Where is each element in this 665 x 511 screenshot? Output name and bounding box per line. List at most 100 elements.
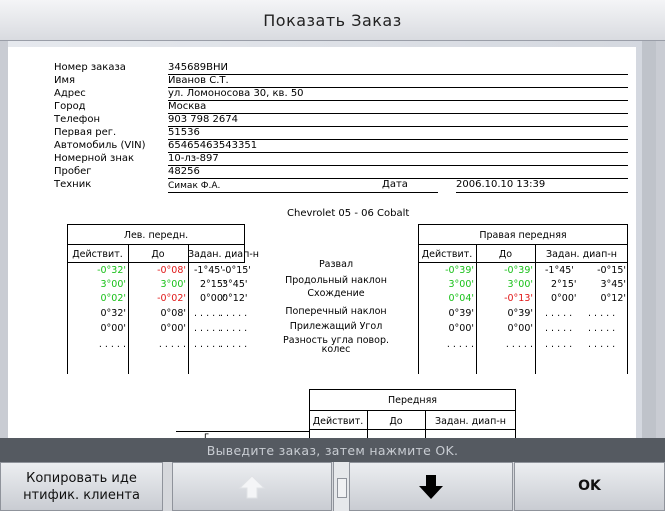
param-sai: Поперечный наклон — [285, 306, 387, 317]
right-range-max: . . . . . — [588, 323, 616, 334]
right-range-max: -0°15' — [597, 265, 626, 276]
right-actual-value: 0°04' — [448, 293, 475, 304]
left-actual-value: 0°00' — [100, 323, 127, 334]
field-value: 345689ВНИ — [168, 62, 229, 73]
left-before-value: -0°02' — [157, 293, 186, 304]
window-title: Показать Заказ — [263, 10, 402, 30]
right-before-value: -0°13' — [504, 293, 533, 304]
field-value: 65465463543351 — [168, 140, 258, 151]
field-label: Город — [54, 101, 86, 112]
col-actual-header: Действит. — [312, 416, 364, 427]
left-range-max: 3°45' — [222, 279, 248, 290]
right-range-max: . . . . . — [588, 308, 616, 319]
left-range-min: . . . . . — [194, 339, 222, 350]
field-label: Пробег — [54, 166, 92, 177]
left-range-max: . . . . . — [220, 323, 248, 334]
left-actual-value: 0°32' — [100, 308, 127, 319]
field-value: 903 798 2674 — [168, 114, 238, 125]
left-range-max: . . . . . — [220, 339, 248, 350]
left-before-value: 0°00' — [160, 323, 187, 334]
left-actual-value: 0°02' — [100, 293, 127, 304]
field-value: 10-лз-897 — [168, 153, 219, 164]
right-actual-value: 0°00' — [448, 323, 475, 334]
status-bar: Выведите заказ, затем нажмите OK. — [0, 438, 665, 462]
copy-customer-id-button[interactable]: Копировать иде нтифик. клиента — [0, 462, 163, 511]
ok-button[interactable]: OK — [514, 462, 665, 511]
right-range-min: 2°15' — [551, 279, 577, 290]
partial-table-label: г — [204, 431, 209, 438]
left-actual-value: 3°00' — [100, 279, 127, 290]
right-range-min: 0°00' — [551, 293, 577, 304]
left-range-max: 0°12' — [222, 293, 248, 304]
right-range-min: -1°45' — [545, 265, 574, 276]
right-before-value: 0°39' — [507, 308, 534, 319]
right-actual-value: -0°39' — [445, 265, 474, 276]
field-value: 48256 — [168, 166, 200, 177]
left-actual-value: -0°32' — [97, 265, 126, 276]
right-range-min: . . . . . — [545, 323, 573, 334]
field-label: Техник — [54, 179, 92, 190]
param-turning-angle: Разность угла повор. колес — [282, 335, 389, 355]
param-included-angle: Прилежащий Угол — [289, 321, 383, 332]
right-table-title: Правая передняя — [479, 230, 567, 241]
vehicle-model: Chevrolet 05 - 06 Cobalt — [287, 208, 410, 219]
date-label: Дата — [382, 179, 408, 190]
field-label: Первая рег. — [54, 127, 117, 138]
col-before-header: До — [151, 249, 165, 260]
front-table-title: Передняя — [387, 395, 438, 406]
title-bar: Показать Заказ — [0, 0, 665, 41]
date-value: 2006.10.10 13:39 — [456, 179, 546, 190]
col-actual-header: Действит. — [72, 249, 123, 260]
vertical-scrollbar[interactable] — [642, 41, 656, 438]
button-bar: Копировать иде нтифик. клиента OK — [0, 462, 665, 511]
right-range-min: . . . . . — [545, 308, 573, 319]
status-message: Выведите заказ, затем нажмите OK. — [206, 442, 459, 458]
field-value: 51536 — [168, 127, 200, 138]
ok-button-label: OK — [578, 478, 601, 494]
col-range-header: Задан. диап-н — [188, 249, 259, 260]
right-actual-value: . . . . . — [446, 339, 474, 350]
right-actual-value: 3°00' — [448, 279, 475, 290]
left-before-value: . . . . . — [158, 339, 186, 350]
col-before-header: До — [498, 249, 513, 260]
param-toe: Схождение — [307, 288, 365, 299]
left-actual-value: . . . . . — [98, 339, 126, 350]
left-range-min: . . . . . — [194, 323, 222, 334]
param-camber: Развал — [318, 259, 354, 270]
copy-button-label-line1: Копировать иде — [26, 470, 137, 486]
right-range-min: . . . . . — [545, 339, 573, 350]
arrow-down-icon — [419, 474, 443, 499]
field-label: Номерной знак — [54, 153, 135, 164]
field-label: Адрес — [54, 88, 86, 99]
right-range-max: 3°45' — [600, 279, 627, 290]
left-range-min: . . . . . — [194, 308, 222, 319]
field-value: ул. Ломоносова 30, кв. 50 — [168, 88, 304, 99]
left-range-max: . . . . . — [220, 308, 248, 319]
left-range-min: -1°45' — [194, 265, 223, 276]
order-report: Номер заказа 345689ВНИ Имя Иванов С.Т. А… — [8, 47, 636, 438]
left-before-value: -0°08' — [157, 265, 186, 276]
field-label: Телефон — [54, 114, 101, 125]
report-viewport[interactable]: Номер заказа 345689ВНИ Имя Иванов С.Т. А… — [8, 41, 656, 438]
left-range-max: -0°15' — [222, 265, 251, 276]
param-caster: Продольный наклон — [285, 275, 387, 286]
left-before-value: 3°00' — [160, 279, 187, 290]
right-before-value: . . . . . — [505, 339, 533, 350]
col-actual-header: Действит. — [421, 249, 473, 260]
col-range-header: Задан. диап-н — [546, 249, 617, 260]
copy-button-label-line2: нтифик. клиента — [23, 487, 140, 503]
field-value: Симак Ф.А. — [168, 181, 221, 191]
right-range-max: . . . . . — [588, 339, 616, 350]
scroll-up-button[interactable] — [172, 462, 332, 511]
right-before-value: 3°00' — [507, 279, 534, 290]
right-before-value: 0°00' — [507, 323, 534, 334]
right-before-value: -0°39' — [504, 265, 533, 276]
right-range-max: 0°12' — [600, 293, 627, 304]
col-before-header: До — [389, 416, 403, 427]
right-actual-value: 0°39' — [448, 308, 475, 319]
arrow-up-icon — [238, 474, 266, 498]
scroll-down-button[interactable] — [349, 462, 513, 511]
field-label: Автомобиль (VIN) — [54, 140, 146, 151]
field-value: Москва — [168, 101, 207, 112]
field-label: Имя — [54, 75, 76, 86]
